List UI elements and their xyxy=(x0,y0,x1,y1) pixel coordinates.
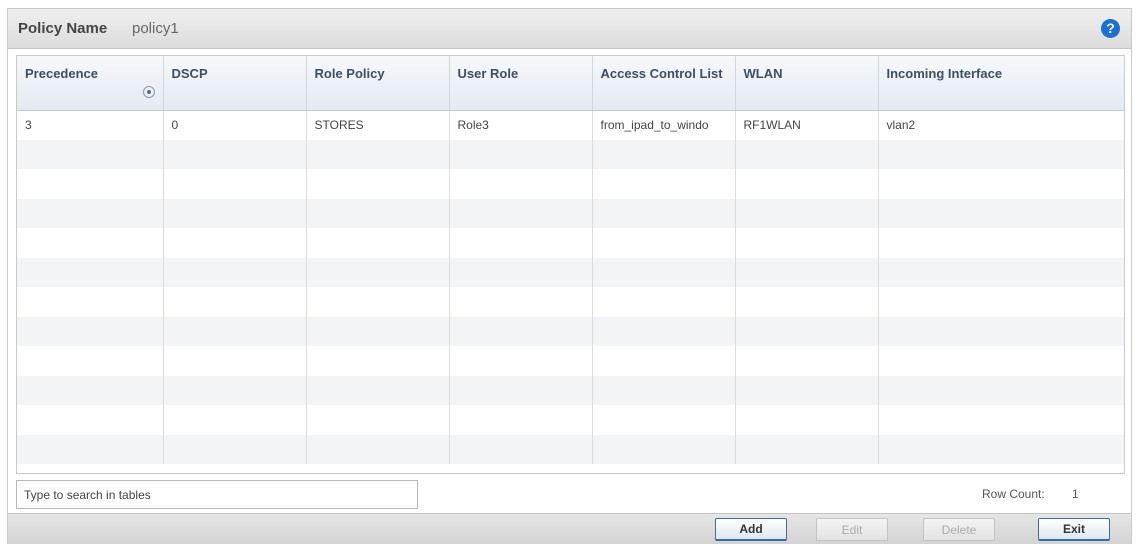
empty-row xyxy=(17,316,1124,346)
edit-button[interactable]: Edit xyxy=(816,518,888,541)
policy-table: Precedence DSCP Role Policy User Role Ac… xyxy=(16,55,1125,474)
column-header-precedence[interactable]: Precedence xyxy=(17,56,164,111)
exit-button[interactable]: Exit xyxy=(1038,518,1110,541)
title-bar: Policy Name policy1 ? xyxy=(8,9,1131,49)
empty-row xyxy=(17,346,1124,376)
column-header-user-role[interactable]: User Role xyxy=(449,56,593,111)
row-count-label: Row Count: xyxy=(982,487,1045,501)
empty-row xyxy=(17,287,1124,317)
empty-row xyxy=(17,405,1124,435)
empty-row xyxy=(17,257,1124,287)
table-cell: RF1WLAN xyxy=(735,110,879,140)
table-cell: vlan2 xyxy=(886,118,916,132)
add-button[interactable]: Add xyxy=(715,518,787,541)
table-cell: 3 xyxy=(17,110,164,140)
column-header-role-policy[interactable]: Role Policy xyxy=(306,56,450,111)
empty-row xyxy=(17,169,1124,199)
column-header-dscp[interactable]: DSCP xyxy=(163,56,307,111)
table-cell: Role3 xyxy=(449,110,593,140)
button-bar: Add Edit Delete Exit xyxy=(8,513,1131,544)
table-search-input[interactable] xyxy=(16,480,418,509)
help-icon[interactable]: ? xyxy=(1101,19,1120,38)
table-cell: from_ipad_to_windo xyxy=(592,110,736,140)
policy-name-label: Policy Name xyxy=(18,20,108,37)
delete-button[interactable]: Delete xyxy=(923,518,995,541)
empty-row xyxy=(17,375,1124,405)
empty-row xyxy=(17,198,1124,228)
policy-panel: Policy Name policy1 ? Precedence DSCP Ro… xyxy=(7,8,1132,544)
table-cell: 0 xyxy=(163,110,307,140)
table-header-row: Precedence DSCP Role Policy User Role Ac… xyxy=(17,56,1124,111)
empty-row xyxy=(17,434,1124,464)
policy-name-value: policy1 xyxy=(132,20,179,37)
column-header-access-control-list[interactable]: Access Control List xyxy=(592,56,736,111)
column-header-wlan[interactable]: WLAN xyxy=(735,56,879,111)
empty-row xyxy=(17,228,1124,258)
row-count-value: 1 xyxy=(1072,487,1079,501)
column-header-label: Precedence xyxy=(25,66,98,81)
table-row[interactable]: 3 0 STORES Role3 from_ipad_to_windo RF1W… xyxy=(17,110,1124,140)
table-cell: STORES xyxy=(306,110,450,140)
sort-icon[interactable] xyxy=(143,86,155,98)
column-header-incoming-interface[interactable]: Incoming Interface xyxy=(878,56,1124,111)
empty-row xyxy=(17,139,1124,169)
